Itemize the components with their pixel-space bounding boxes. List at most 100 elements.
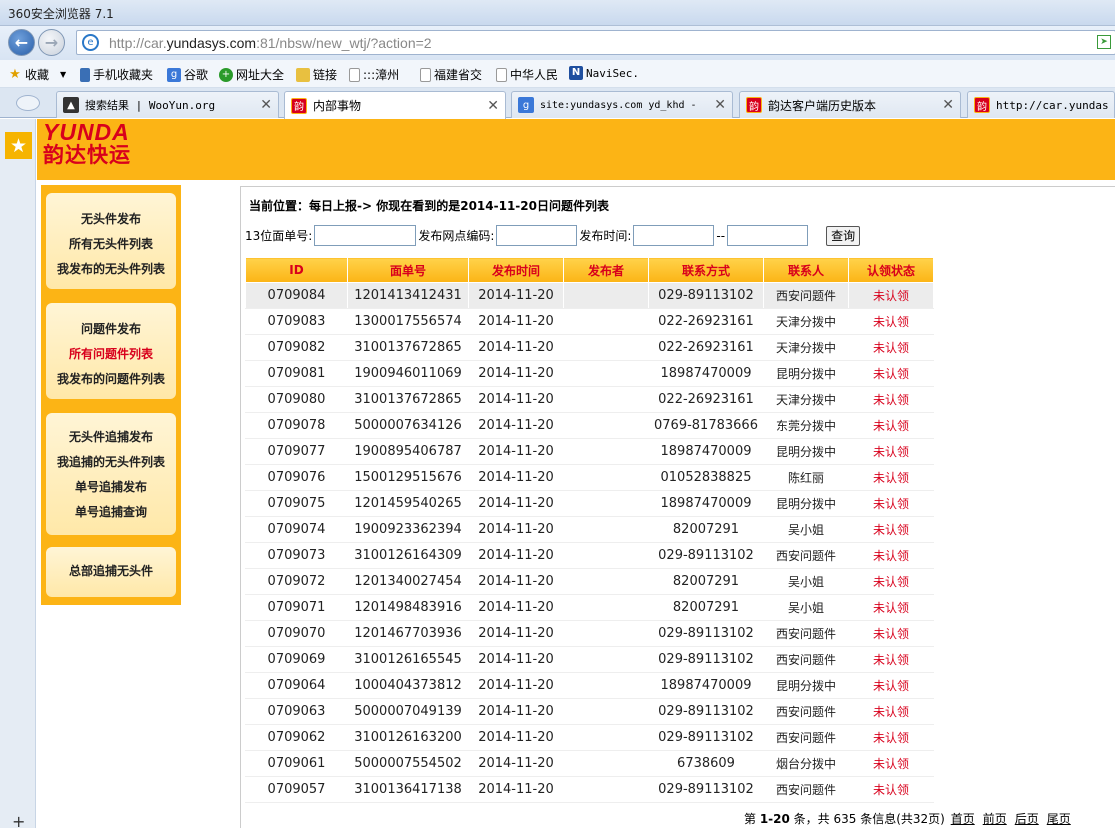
cell-publish-time: 2014-11-20	[468, 412, 564, 439]
publish-time-label: 发布时间:	[579, 229, 632, 243]
menu-all-problem-list[interactable]: 所有问题件列表	[46, 342, 176, 367]
cell-claim-status[interactable]: 未认领	[848, 360, 934, 387]
cell-contact-info: 01052838825	[648, 464, 764, 491]
pager-prev-link[interactable]: 前页	[983, 812, 1007, 826]
cell-publish-time: 2014-11-20	[468, 594, 564, 621]
bookmark-favorites[interactable]: ★ 收藏 ▼	[8, 66, 66, 83]
cell-claim-status[interactable]: 未认领	[848, 516, 934, 543]
cell-claim-status[interactable]: 未认领	[848, 282, 934, 309]
site-info-icon[interactable]: e	[82, 34, 99, 51]
bookmark-label: 手机收藏夹	[93, 68, 154, 82]
pager-first-link[interactable]: 首页	[951, 812, 975, 826]
close-icon[interactable]: ✕	[714, 97, 726, 113]
cell-claim-status[interactable]: 未认领	[848, 438, 934, 465]
cell-publisher	[563, 750, 649, 777]
back-button[interactable]: ←	[8, 29, 35, 56]
close-icon[interactable]: ✕	[260, 97, 272, 113]
tab-yunda-client[interactable]: 韵 韵达客户端历史版本 ✕	[739, 91, 961, 118]
logo-en: YUNDA	[43, 119, 130, 145]
cell-contact-person: 天津分拨中	[763, 386, 849, 413]
query-button[interactable]: 查询	[826, 225, 861, 246]
cell-claim-status[interactable]: 未认领	[848, 334, 934, 361]
cell-claim-status[interactable]: 未认领	[848, 698, 934, 725]
menu-waybill-pursuit-publish[interactable]: 单号追捕发布	[46, 475, 176, 500]
bookmark-fujian[interactable]: 福建省交	[420, 66, 482, 83]
bookmark-zhangzhou[interactable]: :::漳州	[349, 66, 399, 83]
cell-claim-status[interactable]: 未认领	[848, 412, 934, 439]
bookmark-label: 中华人民	[510, 68, 559, 82]
time-end-input[interactable]	[727, 225, 809, 246]
close-icon[interactable]: ✕	[487, 98, 499, 114]
pager-last-link[interactable]: 尾页	[1047, 812, 1071, 826]
bookmark-hao[interactable]: + 网址大全	[219, 66, 284, 83]
site-code-label: 发布网点编码:	[418, 229, 495, 243]
bookmark-zhonghua[interactable]: 中华人民	[496, 66, 558, 83]
bookmark-navisec[interactable]: N NaviSec.	[569, 66, 639, 80]
cell-claim-status[interactable]: 未认领	[848, 490, 934, 517]
waybill-input[interactable]	[314, 225, 417, 246]
cell-contact-person: 西安问题件	[763, 698, 849, 725]
tab-internal-affairs[interactable]: 韵 内部事物 ✕	[284, 91, 506, 119]
menu-problem-publish[interactable]: 问题件发布	[46, 317, 176, 342]
cell-claim-status[interactable]: 未认领	[848, 620, 934, 647]
pager-next-link[interactable]: 后页	[1015, 812, 1039, 826]
cell-claim-status[interactable]: 未认领	[848, 568, 934, 595]
url-text[interactable]: http://car.yundasys.com:81/nbsw/new_wtj/…	[109, 35, 432, 51]
menu-my-headless-list[interactable]: 我发布的无头件列表	[46, 257, 176, 282]
bookmark-mobile[interactable]: 手机收藏夹	[80, 66, 153, 83]
cell-claim-status[interactable]: 未认领	[848, 776, 934, 803]
cell-id: 0709077	[245, 438, 348, 465]
cell-claim-status[interactable]: 未认领	[848, 542, 934, 569]
menu-my-pursuit-list[interactable]: 我追捕的无头件列表	[46, 450, 176, 475]
tab-google-search[interactable]: g site:yundasys.com yd_khd - ✕	[511, 91, 733, 118]
close-icon[interactable]: ✕	[942, 97, 954, 113]
go-icon[interactable]: ➤	[1097, 35, 1111, 49]
bookmark-links[interactable]: 链接	[296, 66, 337, 83]
cell-claim-status[interactable]: 未认领	[848, 672, 934, 699]
col-publish-time: 发布时间	[468, 257, 564, 283]
menu-all-headless-list[interactable]: 所有无头件列表	[46, 232, 176, 257]
cell-claim-status[interactable]: 未认领	[848, 308, 934, 335]
table-row: 0709078 5000007634126 2014-11-20 0769-81783…	[245, 412, 934, 439]
menu-headless-publish[interactable]: 无头件发布	[46, 207, 176, 232]
tab-label: site:yundasys.com yd_khd -	[540, 99, 697, 111]
time-start-input[interactable]	[633, 225, 715, 246]
bookmark-google[interactable]: g 谷歌	[167, 66, 208, 83]
cell-waybill: 1201340027454	[347, 568, 469, 595]
cell-contact-info: 022-26923161	[648, 308, 764, 335]
cell-waybill: 1201459540265	[347, 490, 469, 517]
cell-claim-status[interactable]: 未认领	[848, 750, 934, 777]
tab-wooyun[interactable]: ▲ 搜索结果 | WooYun.org ✕	[56, 91, 279, 118]
browser-title-bar: 360安全浏览器 7.1	[0, 0, 1115, 26]
cell-publisher	[563, 542, 649, 569]
menu-waybill-pursuit-query[interactable]: 单号追捕查询	[46, 500, 176, 525]
cell-id: 0709072	[245, 568, 348, 595]
menu-headless-pursuit-publish[interactable]: 无头件追捕发布	[46, 425, 176, 450]
cell-publish-time: 2014-11-20	[468, 308, 564, 335]
forward-button[interactable]: →	[38, 29, 65, 56]
cell-claim-status[interactable]: 未认领	[848, 724, 934, 751]
logo-cn: 韵达快运	[43, 143, 131, 167]
tab-car-yundasys[interactable]: 韵 http://car.yundasys.	[967, 91, 1115, 118]
site-code-input[interactable]	[496, 225, 578, 246]
browser-title: 360安全浏览器 7.1	[8, 7, 114, 21]
menu-my-problem-list[interactable]: 我发布的问题件列表	[46, 367, 176, 392]
cell-waybill: 1900946011069	[347, 360, 469, 387]
new-tab-button[interactable]	[16, 95, 40, 111]
cell-contact-info: 6738609	[648, 750, 764, 777]
cell-contact-info: 029-89113102	[648, 724, 764, 751]
cell-claim-status[interactable]: 未认领	[848, 386, 934, 413]
cell-contact-person: 昆明分拨中	[763, 438, 849, 465]
cell-claim-status[interactable]: 未认领	[848, 464, 934, 491]
cell-claim-status[interactable]: 未认领	[848, 594, 934, 621]
favorites-star-icon[interactable]: ★	[5, 132, 32, 159]
menu-hq-pursuit-headless[interactable]: 总部追捕无头件	[46, 559, 176, 584]
address-bar[interactable]: e http://car.yundasys.com:81/nbsw/new_wt…	[76, 30, 1115, 55]
tab-label: 韵达客户端历史版本	[768, 98, 877, 113]
cell-claim-status[interactable]: 未认领	[848, 646, 934, 673]
add-icon[interactable]: +	[12, 812, 25, 828]
page-header: YUNDA 韵达快运	[37, 119, 1115, 180]
pager-prefix: 第	[744, 812, 760, 826]
table-row: 0709064 1000404373812 2014-11-20 1898747000…	[245, 672, 934, 699]
cell-publish-time: 2014-11-20	[468, 516, 564, 543]
